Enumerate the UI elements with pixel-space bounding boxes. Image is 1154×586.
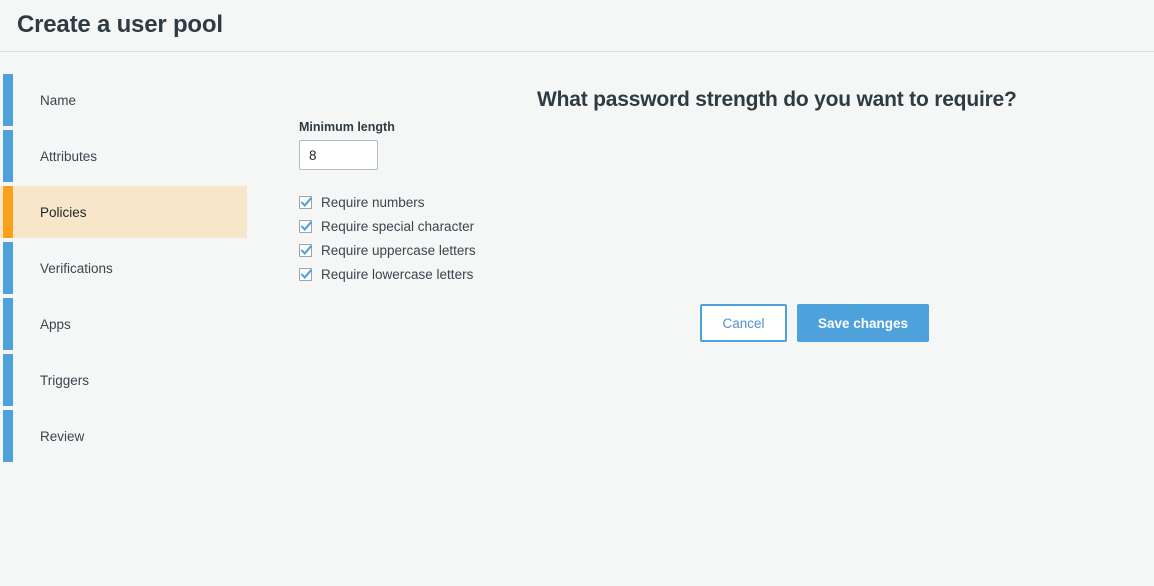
step-progress-bar — [3, 354, 13, 406]
step-progress-bar — [3, 298, 13, 350]
password-requirement-list: Require numbers Require special characte… — [299, 190, 699, 286]
page-question-heading: What password strength do you want to re… — [537, 88, 1017, 112]
sidebar-item-triggers[interactable]: Triggers — [0, 354, 247, 406]
requirement-row[interactable]: Require lowercase letters — [299, 262, 699, 286]
requirement-label: Require lowercase letters — [321, 266, 474, 282]
step-progress-bar — [3, 130, 13, 182]
sidebar-item-label: Attributes — [40, 148, 98, 164]
sidebar-item-label: Apps — [40, 316, 71, 332]
step-progress-bar — [3, 410, 13, 462]
minimum-length-label: Minimum length — [299, 120, 395, 134]
sidebar-item-label: Triggers — [40, 372, 90, 388]
wizard-step-sidebar: Name Attributes Policies Verifications A… — [0, 52, 248, 586]
requirement-row[interactable]: Require uppercase letters — [299, 238, 699, 262]
save-changes-button[interactable]: Save changes — [797, 304, 929, 342]
requirement-row[interactable]: Require special character — [299, 214, 699, 238]
sidebar-item-review[interactable]: Review — [0, 410, 247, 462]
checkbox-require-numbers[interactable] — [299, 195, 312, 209]
requirement-label: Require uppercase letters — [321, 242, 476, 258]
requirement-label: Require special character — [321, 218, 475, 234]
form-action-bar: Cancel Save changes — [700, 304, 929, 342]
sidebar-item-apps[interactable]: Apps — [0, 298, 247, 350]
sidebar-item-label: Name — [40, 92, 77, 108]
page-header: Create a user pool — [0, 0, 1154, 52]
step-progress-bar — [3, 74, 13, 126]
cancel-button[interactable]: Cancel — [700, 304, 787, 342]
checkbox-require-uppercase-letters[interactable] — [299, 243, 312, 257]
minimum-length-input[interactable] — [299, 140, 378, 170]
step-progress-bar-active — [3, 186, 13, 238]
step-progress-bar — [3, 242, 13, 294]
sidebar-item-verifications[interactable]: Verifications — [0, 242, 247, 294]
sidebar-item-attributes[interactable]: Attributes — [0, 130, 247, 182]
sidebar-item-name[interactable]: Name — [0, 74, 247, 126]
checkbox-require-lowercase-letters[interactable] — [299, 267, 312, 281]
sidebar-item-label: Review — [40, 428, 85, 444]
checkbox-require-special-character[interactable] — [299, 219, 312, 233]
requirement-label: Require numbers — [321, 194, 425, 210]
sidebar-item-label: Verifications — [40, 260, 113, 276]
sidebar-item-label: Policies — [40, 204, 87, 220]
sidebar-item-policies[interactable]: Policies — [0, 186, 247, 238]
password-policy-form: Minimum length Require numbers Require s… — [299, 120, 699, 286]
requirement-row[interactable]: Require numbers — [299, 190, 699, 214]
page-title: Create a user pool — [17, 11, 223, 38]
